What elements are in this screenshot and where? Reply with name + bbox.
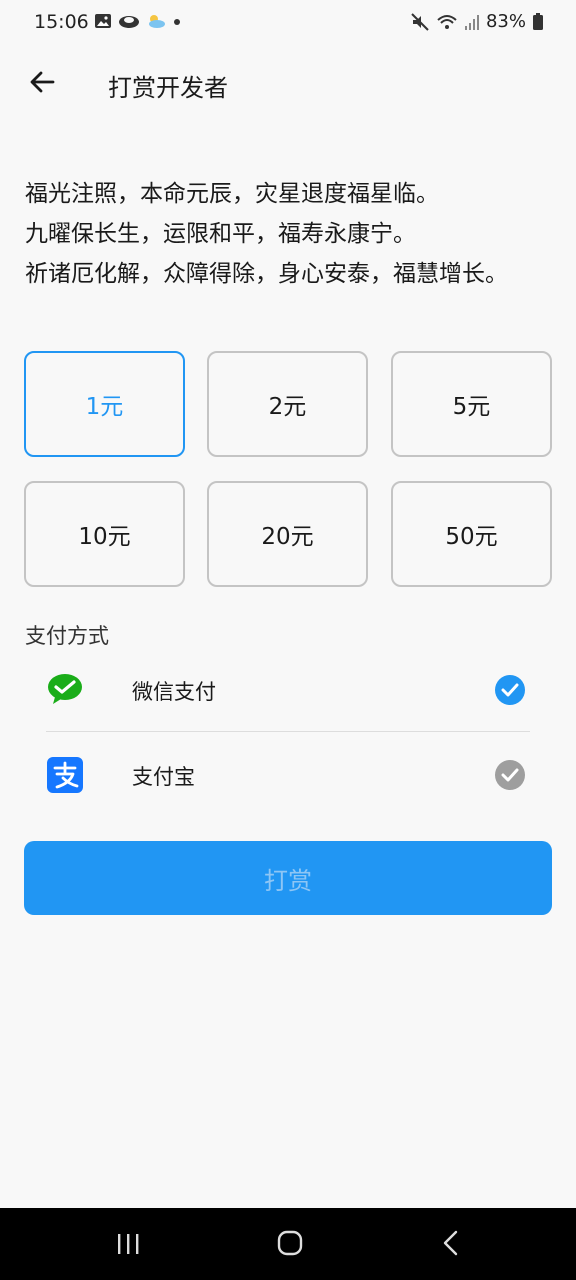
app-bar: 打赏开发者 xyxy=(0,56,576,112)
blessing-line: 祈诸厄化解，众障得除，身心安泰，福慧增长。 xyxy=(25,261,508,287)
notification-icons xyxy=(94,12,182,30)
payment-divider xyxy=(46,731,530,732)
battery-percentage: 83% xyxy=(485,11,526,32)
tip-button[interactable]: 打赏 xyxy=(24,841,552,915)
blessing-line: 福光注照，本命元辰，灾星退度福星临。 xyxy=(25,181,439,207)
signal-icon xyxy=(464,14,479,30)
amount-option-5[interactable]: 5元 xyxy=(391,351,552,457)
gallery-icon xyxy=(95,14,111,28)
arrow-left-icon xyxy=(30,71,55,93)
amount-option-50[interactable]: 50元 xyxy=(391,481,552,587)
status-bar: 15:06 83% xyxy=(0,0,576,46)
amount-option-2[interactable]: 2元 xyxy=(207,351,368,457)
wechat-pay-icon xyxy=(48,674,82,704)
alipay-icon xyxy=(47,757,83,793)
cloud-app-icon xyxy=(119,16,139,28)
payment-option-label: 支付宝 xyxy=(132,765,195,789)
back-nav-icon[interactable] xyxy=(438,1228,464,1258)
mute-icon xyxy=(411,12,429,31)
blessing-line: 九曜保长生，运限和平，福寿永康宁。 xyxy=(25,221,416,247)
back-button[interactable] xyxy=(20,60,64,104)
weather-icon xyxy=(149,15,165,28)
amount-option-20[interactable]: 20元 xyxy=(207,481,368,587)
more-notifications-icon xyxy=(174,19,180,25)
payment-option-wechat[interactable]: 微信支付 xyxy=(24,650,552,730)
unchecked-icon[interactable] xyxy=(494,759,526,791)
payment-option-label: 微信支付 xyxy=(132,680,216,704)
blessing-text: 福光注照，本命元辰，灾星退度福星临。 九曜保长生，运限和平，福寿永康宁。 祈诸厄… xyxy=(25,174,525,294)
wifi-icon xyxy=(437,14,457,29)
status-time: 15:06 xyxy=(34,11,89,33)
system-nav-bar xyxy=(0,1208,576,1280)
page-title: 打赏开发者 xyxy=(108,74,228,102)
battery-icon xyxy=(533,12,543,30)
payment-option-alipay[interactable]: 支付宝 xyxy=(24,735,552,815)
system-icons: 83% xyxy=(410,11,544,32)
home-icon[interactable] xyxy=(276,1228,304,1258)
amount-option-1[interactable]: 1元 xyxy=(24,351,185,457)
amount-option-10[interactable]: 10元 xyxy=(24,481,185,587)
checked-icon[interactable] xyxy=(494,674,526,706)
payment-method-label: 支付方式 xyxy=(25,624,109,648)
recent-apps-icon[interactable] xyxy=(116,1232,142,1256)
